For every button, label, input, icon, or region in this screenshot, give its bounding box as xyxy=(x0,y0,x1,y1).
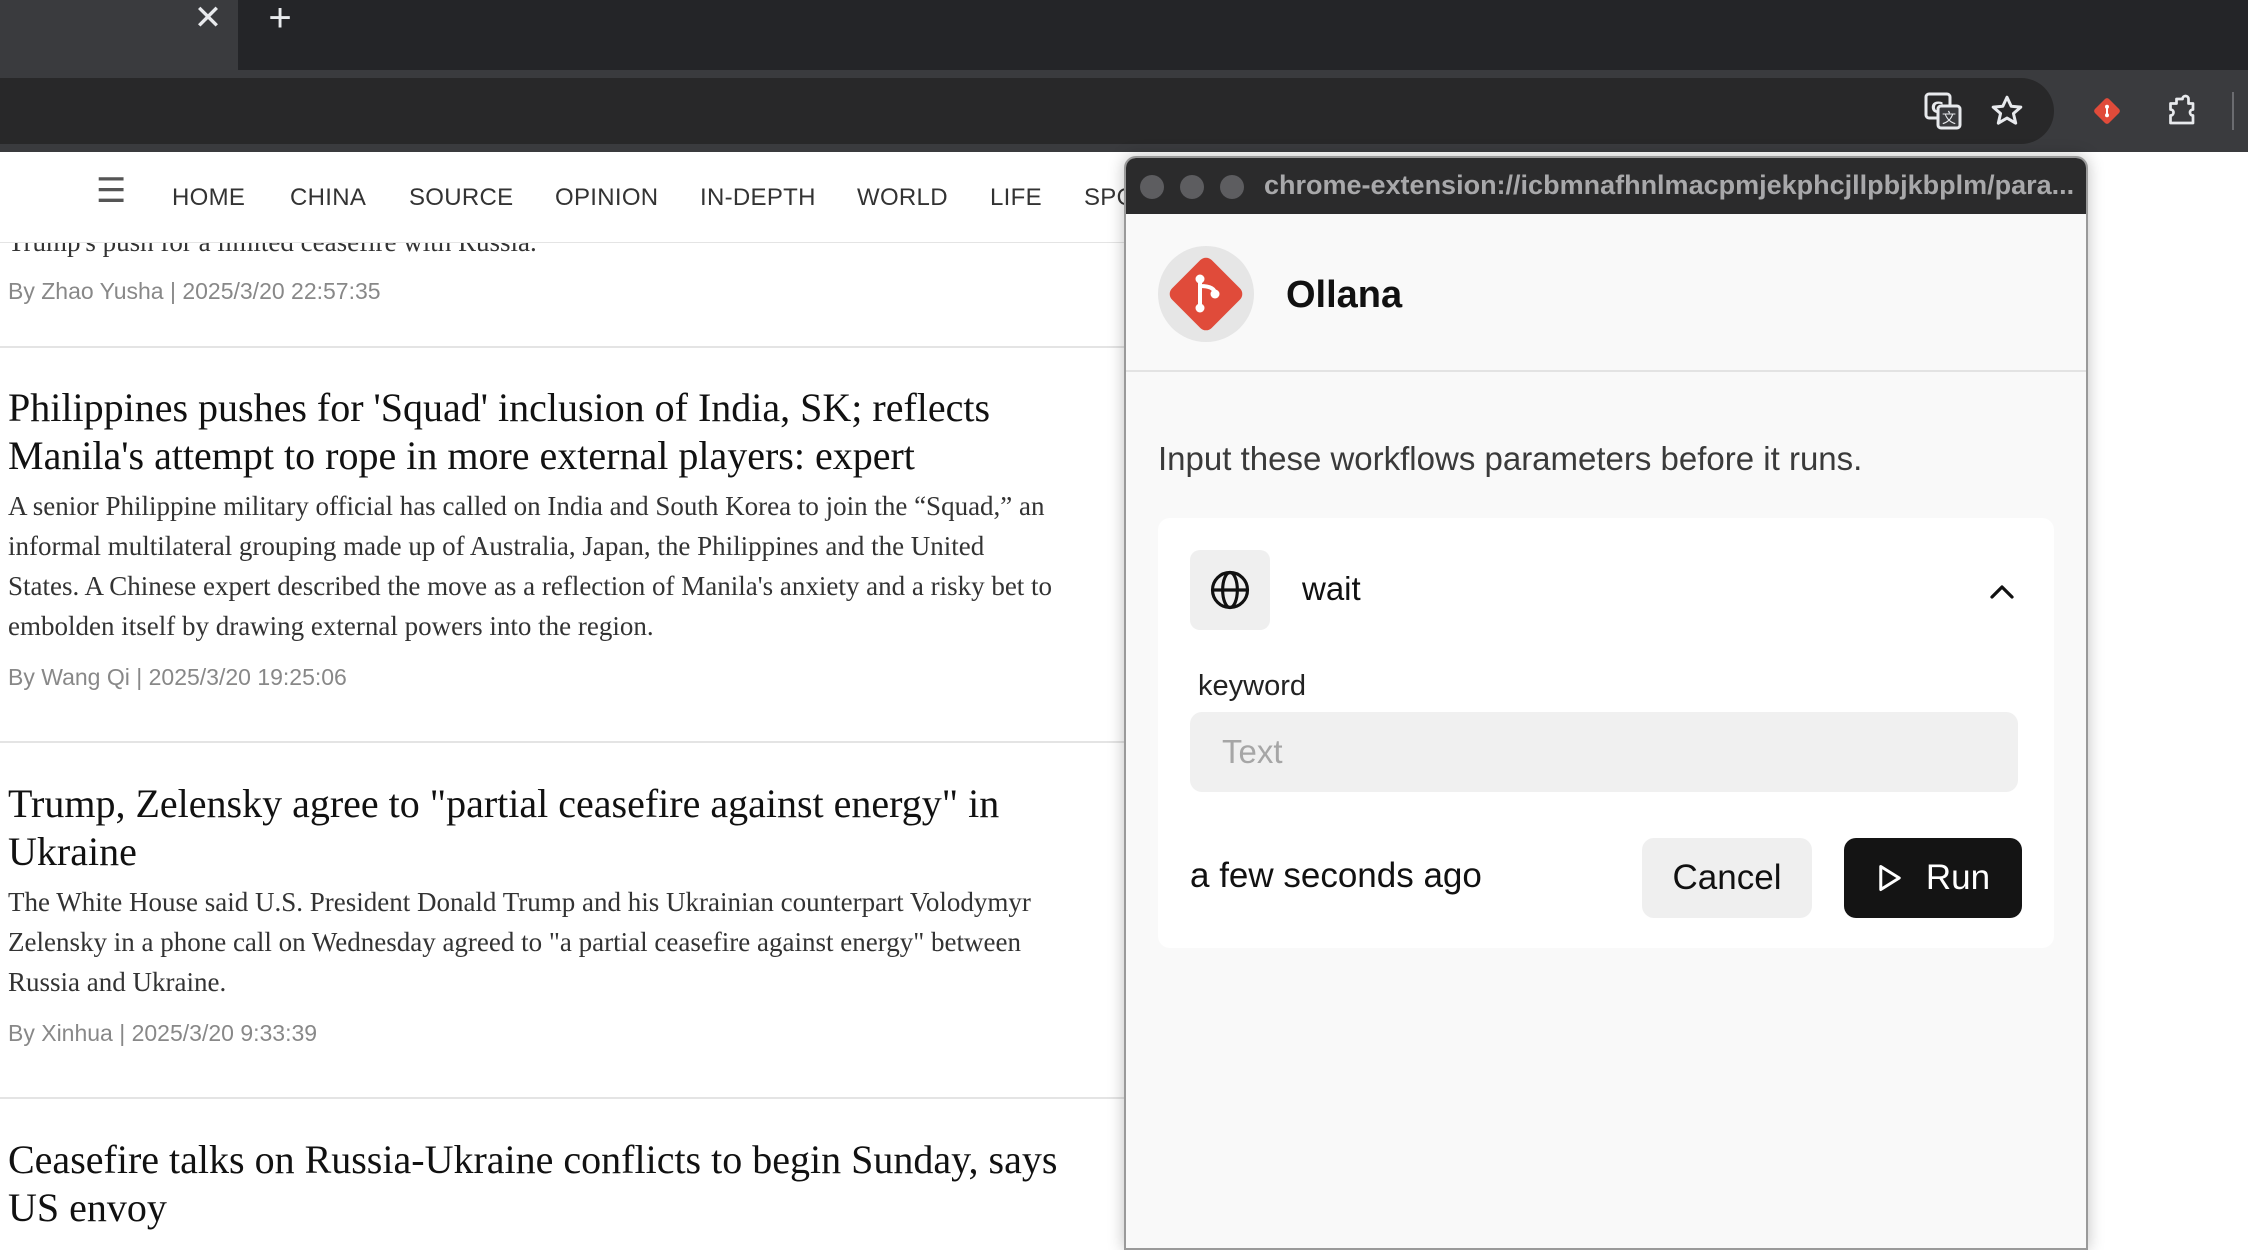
workflow-name: wait xyxy=(1302,570,1361,607)
window-close-dot[interactable] xyxy=(1140,175,1164,199)
list-item: Philippines pushes for 'Squad' inclusion… xyxy=(8,384,1124,691)
article-summary: A senior Philippine military official ha… xyxy=(8,491,1053,641)
cancel-button[interactable]: Cancel xyxy=(1642,838,1812,918)
divider xyxy=(0,741,1124,743)
site-navbar: ☰ HOME CHINA SOURCE OPINION IN-DEPTH WOR… xyxy=(0,152,1135,243)
list-item: Ceasefire talks on Russia-Ukraine confli… xyxy=(8,1136,1124,1232)
list-item: Trump, Zelensky agree to "partial ceasef… xyxy=(8,780,1124,1047)
nav-source[interactable]: SOURCE xyxy=(409,184,513,212)
article-meta: By Wang Qi | 2025/3/20 19:25:06 xyxy=(8,664,347,690)
run-button[interactable]: Run xyxy=(1844,838,2022,918)
browser-toolbar: G 文 xyxy=(0,70,2248,152)
play-icon xyxy=(1879,864,1901,892)
timestamp-text: a few seconds ago xyxy=(1190,856,1482,895)
popup-titlebar: chrome-extension://icbmnafhnlmacpmjekphc… xyxy=(1126,158,2086,214)
divider xyxy=(0,1097,1124,1099)
toolbar-separator xyxy=(2232,92,2234,130)
extension-popup-window: chrome-extension://icbmnafhnlmacpmjekphc… xyxy=(1124,156,2088,1250)
nav-in-depth[interactable]: IN-DEPTH xyxy=(700,184,816,212)
tab-strip: ✕ + xyxy=(0,0,2248,70)
article-meta: By Xinhua | 2025/3/20 9:33:39 xyxy=(8,1020,318,1046)
divider xyxy=(0,346,1124,348)
svg-text:文: 文 xyxy=(1942,111,1956,127)
article-title[interactable]: Ceasefire talks on Russia-Ukraine confli… xyxy=(8,1136,1124,1232)
article-summary: The White House said U.S. President Dona… xyxy=(8,887,1031,997)
hamburger-menu-icon[interactable]: ☰ xyxy=(96,174,126,208)
bookmark-star-icon[interactable] xyxy=(1984,88,2030,134)
address-bar[interactable] xyxy=(0,78,2054,144)
git-extension-icon[interactable] xyxy=(2084,88,2130,134)
window-zoom-dot[interactable] xyxy=(1220,175,1244,199)
translate-icon[interactable]: G 文 xyxy=(1920,88,1966,134)
extensions-puzzle-icon[interactable] xyxy=(2158,88,2204,134)
run-button-label: Run xyxy=(1925,858,1991,897)
new-tab-icon[interactable]: + xyxy=(262,0,298,38)
list-item-meta: By Zhao Yusha | 2025/3/20 22:57:35 xyxy=(8,278,1124,305)
article-meta: By Zhao Yusha | 2025/3/20 22:57:35 xyxy=(8,278,381,304)
ollana-logo-icon xyxy=(1158,246,1254,342)
nav-china[interactable]: CHINA xyxy=(290,184,366,212)
article-title[interactable]: Trump, Zelensky agree to "partial ceasef… xyxy=(8,780,1124,876)
active-tab[interactable]: ✕ xyxy=(0,0,238,70)
keyword-input[interactable] xyxy=(1190,712,2018,792)
news-list: Trump's push for a limited ceasefire wit… xyxy=(0,152,1124,1246)
chevron-up-icon[interactable] xyxy=(1984,574,2020,610)
nav-life[interactable]: LIFE xyxy=(990,184,1042,212)
nav-home[interactable]: HOME xyxy=(172,184,245,212)
instruction-text: Input these workflows parameters before … xyxy=(1158,440,1863,477)
article-title[interactable]: Philippines pushes for 'Squad' inclusion… xyxy=(8,384,1124,480)
window-minimize-dot[interactable] xyxy=(1180,175,1204,199)
extension-header: Ollana xyxy=(1126,214,2086,372)
workflow-card: wait keyword a few seconds ago Cancel Ru… xyxy=(1158,518,2054,948)
nav-opinion[interactable]: OPINION xyxy=(555,184,658,212)
tab-close-icon[interactable]: ✕ xyxy=(190,0,226,36)
keyword-label: keyword xyxy=(1198,670,1306,702)
extension-name: Ollana xyxy=(1286,274,1403,316)
nav-world[interactable]: WORLD xyxy=(857,184,948,212)
globe-icon xyxy=(1190,550,1270,630)
popup-url: chrome-extension://icbmnafhnlmacpmjekphc… xyxy=(1264,170,2075,200)
